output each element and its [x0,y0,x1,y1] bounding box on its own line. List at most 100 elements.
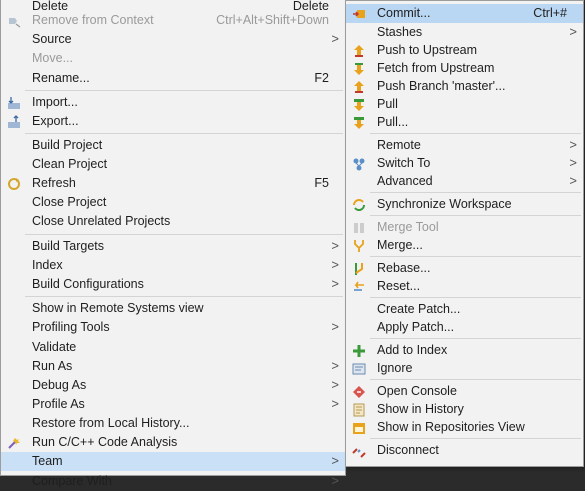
menu-item-apply-patch[interactable]: Apply Patch... [346,318,583,337]
menu-item-push-to-upstream[interactable]: Push to Upstream [346,41,583,60]
menu-item-run-code-analysis[interactable]: Run C/C++ Code Analysis [1,433,345,452]
menu-item-validate[interactable]: Validate [1,338,345,357]
export-icon [7,115,21,129]
menu-item-push-branch-master[interactable]: Push Branch 'master'... [346,77,583,96]
menu-item-create-patch[interactable]: Create Patch... [346,300,583,319]
menu-item-disconnect[interactable]: Disconnect [346,441,583,460]
menu-item-synchronize-workspace[interactable]: Synchronize Workspace [346,195,583,214]
menu-item-pull-dialog[interactable]: Pull... [346,113,583,132]
menu-item-import[interactable]: Import... [1,93,345,112]
menu-item-label: Show in History [377,402,464,416]
menu-item-switch-to[interactable]: Switch To > [346,154,583,173]
menu-item-label: Reset... [377,279,421,293]
menu-item-index[interactable]: Index > [1,256,345,275]
menu-item-profile-as[interactable]: Profile As > [1,395,345,414]
menu-item-label: Move... [32,51,73,65]
merge-icon [352,239,366,253]
menu-item-clean-project[interactable]: Clean Project [1,155,345,174]
menu-separator [370,215,581,216]
menu-item-show-in-history[interactable]: Show in History [346,400,583,419]
submenu-arrow-icon: > [331,257,339,272]
menu-item-label: Synchronize Workspace [377,197,512,211]
menu-item-label: Close Project [32,195,107,209]
fetch-upstream-icon [352,62,366,76]
menu-item-label: Index [32,258,63,272]
menu-separator [370,338,581,339]
disconnect-icon [352,444,366,458]
menu-item-accelerator: F5 [314,176,329,190]
menu-item-remove-from-context[interactable]: Remove from Context Ctrl+Alt+Shift+Down [1,11,345,30]
menu-item-label: Push to Upstream [377,43,478,57]
submenu-arrow-icon: > [331,319,339,334]
menu-item-accelerator: F2 [314,71,329,85]
menu-item-label: Validate [32,340,77,354]
pull-icon [352,98,366,112]
remove-context-icon [7,14,21,28]
menu-item-label: Merge Tool [377,220,439,234]
refresh-icon [7,177,21,191]
menu-separator [370,438,581,439]
menu-item-profiling-tools[interactable]: Profiling Tools > [1,318,345,337]
menu-item-pull[interactable]: Pull [346,95,583,114]
menu-item-label: Disconnect [377,443,439,457]
menu-item-commit[interactable]: Commit... Ctrl+# [346,4,583,23]
menu-item-merge-tool[interactable]: Merge Tool [346,218,583,237]
submenu-arrow-icon: > [331,396,339,411]
menu-item-rebase[interactable]: Rebase... [346,259,583,278]
merge-tool-icon [352,221,366,235]
menu-item-label: Add to Index [377,343,448,357]
menu-item-ignore[interactable]: Ignore [346,359,583,378]
reset-icon [352,280,366,294]
menu-item-advanced[interactable]: Advanced > [346,172,583,191]
menu-item-run-as[interactable]: Run As > [1,357,345,376]
menu-item-build-project[interactable]: Build Project [1,136,345,155]
menu-item-label: Show in Remote Systems view [32,301,204,315]
menu-item-compare-with[interactable]: Compare With > [1,472,345,491]
submenu-arrow-icon: > [331,31,339,46]
submenu-arrow-icon: > [331,453,339,468]
submenu-arrow-icon: > [569,24,577,39]
import-icon [7,96,21,110]
menu-separator [25,234,343,235]
menu-item-remote[interactable]: Remote > [346,136,583,155]
menu-item-label: Pull... [377,115,409,129]
menu-item-restore-local-history[interactable]: Restore from Local History... [1,414,345,433]
menu-item-add-to-index[interactable]: Add to Index [346,341,583,360]
menu-item-rename[interactable]: Rename... F2 [1,69,345,88]
menu-item-label: Profiling Tools [32,320,110,334]
menu-item-team[interactable]: Team > [1,452,345,471]
menu-item-accelerator: Ctrl+# [533,6,567,20]
menu-item-label: Build Configurations [32,277,144,291]
menu-item-debug-as[interactable]: Debug As > [1,376,345,395]
menu-item-label: Refresh [32,176,76,190]
menu-item-label: Create Patch... [377,302,461,316]
code-analysis-icon [7,436,21,450]
menu-item-label: Fetch from Upstream [377,61,495,75]
menu-item-source[interactable]: Source > [1,30,345,49]
menu-item-build-configurations[interactable]: Build Configurations > [1,275,345,294]
menu-item-build-targets[interactable]: Build Targets > [1,237,345,256]
menu-item-export[interactable]: Export... [1,112,345,131]
menu-item-label: Compare With [32,474,112,488]
add-index-icon [352,344,366,358]
menu-item-open-console[interactable]: Open Console [346,382,583,401]
menu-item-close-unrelated-projects[interactable]: Close Unrelated Projects [1,212,345,231]
menu-item-refresh[interactable]: Refresh F5 [1,174,345,193]
menu-item-label: Restore from Local History... [32,416,190,430]
submenu-arrow-icon: > [331,276,339,291]
menu-item-label: Remote [377,138,421,152]
history-icon [352,403,366,417]
menu-item-close-project[interactable]: Close Project [1,193,345,212]
menu-item-show-in-repositories-view[interactable]: Show in Repositories View [346,418,583,437]
menu-item-stashes[interactable]: Stashes > [346,23,583,42]
submenu-arrow-icon: > [569,155,577,170]
menu-item-show-in-remote-systems[interactable]: Show in Remote Systems view [1,299,345,318]
menu-separator [25,90,343,91]
menu-item-label: Advanced [377,174,433,188]
menu-item-merge[interactable]: Merge... [346,236,583,255]
submenu-arrow-icon: > [569,137,577,152]
menu-separator [370,256,581,257]
menu-item-reset[interactable]: Reset... [346,277,583,296]
menu-item-fetch-from-upstream[interactable]: Fetch from Upstream [346,59,583,78]
menu-item-move[interactable]: Move... [1,49,345,68]
